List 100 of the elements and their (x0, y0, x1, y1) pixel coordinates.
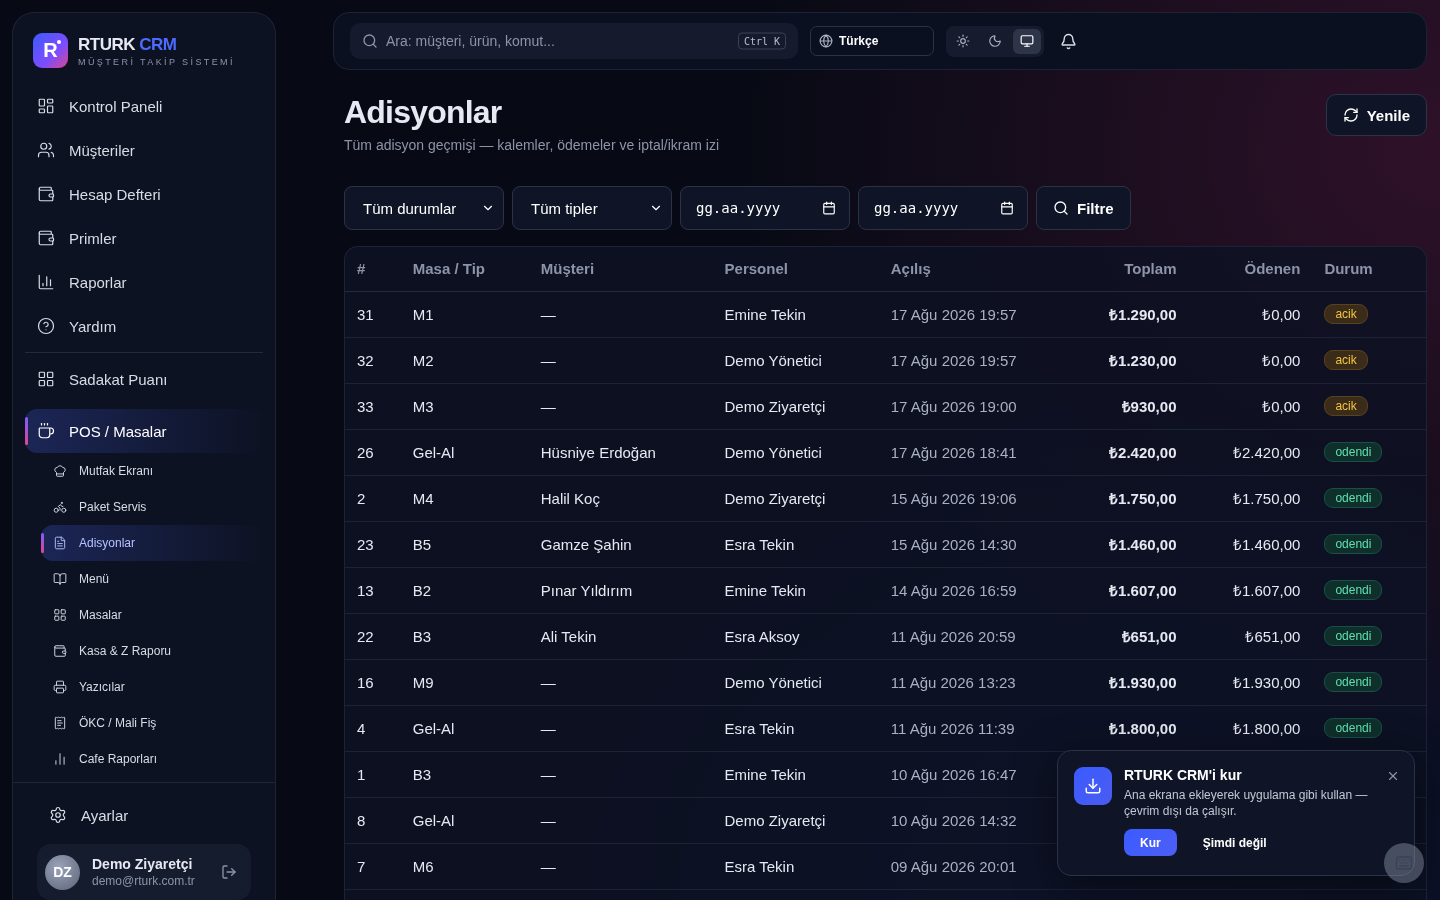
table-cell: Gamze Şahin (528, 521, 713, 567)
status-badge: odendi (1324, 442, 1383, 462)
monitor-icon (1020, 34, 1034, 48)
column-header: Personel (712, 247, 879, 291)
table-cell: ₺0,00 (1188, 337, 1313, 383)
table-cell: M6 (400, 843, 529, 889)
nav-item[interactable]: ÖKC / Mali Fiş (41, 705, 263, 741)
keyboard-button[interactable] (1384, 843, 1424, 883)
settings-item[interactable]: Ayarlar (37, 793, 251, 837)
table-cell: 15 Ağu 2026 14:30 (878, 521, 1055, 567)
table-cell: 4 (345, 705, 401, 751)
status-badge: odendi (1324, 488, 1383, 508)
system-theme-button[interactable] (1013, 28, 1041, 54)
table-cell: ₺0,00 (1188, 291, 1313, 337)
type-select[interactable]: Tüm tipler (512, 186, 672, 230)
table-cell: ₺0,00 (1188, 383, 1313, 429)
prompt-title: RTURK CRM'i kur (1124, 767, 1242, 783)
nav-item[interactable]: Mutfak Ekranı (41, 453, 263, 489)
settings-icon (49, 806, 67, 824)
nav-item[interactable]: Sadakat Puanı (25, 357, 263, 401)
bell-icon (1060, 32, 1077, 50)
calendar-icon (1000, 201, 1014, 215)
table-cell: Gel-Al (400, 705, 529, 751)
table-cell: 11 Ağu 2026 20:59 (878, 613, 1055, 659)
install-button[interactable]: Kur (1124, 829, 1177, 856)
language-select[interactable]: Türkçe (810, 26, 934, 56)
column-header: Açılış (878, 247, 1055, 291)
table-cell: Gel-Al (400, 429, 529, 475)
table-cell: Demo Yönetici (712, 429, 879, 475)
status-badge: odendi (1324, 580, 1383, 600)
avatar: DZ (45, 854, 80, 890)
table-cell: 11 Ağu 2026 13:23 (878, 659, 1055, 705)
table-cell: ₺651,00 (1188, 613, 1313, 659)
nav-item[interactable]: Yardım (25, 304, 263, 348)
status-badge: odendi (1324, 718, 1383, 738)
nav-item[interactable]: Kasa & Z Raporu (41, 633, 263, 669)
table-cell: ₺1.607,00 (1054, 567, 1189, 613)
table-cell: Esra Tekin (712, 843, 879, 889)
table-cell: Halil Koç (528, 475, 713, 521)
nav-item[interactable]: Hesap Defteri (25, 172, 263, 216)
table-cell: ₺1.460,00 (1054, 521, 1189, 567)
table-cell: 16 (345, 659, 401, 705)
table-cell: ₺651,00 (1054, 613, 1189, 659)
table-cell: 1 (345, 751, 401, 797)
nav-item[interactable]: Primler (25, 216, 263, 260)
status-badge: odendi (1324, 534, 1383, 554)
nav-item[interactable]: Müşteriler (25, 128, 263, 172)
table-cell: Demo Ziyaretçi (712, 383, 879, 429)
nav-item[interactable]: Raporlar (25, 260, 263, 304)
table-cell: ₺2.420,00 (1054, 429, 1189, 475)
filter-button[interactable]: Filtre (1036, 186, 1131, 230)
table-cell: Esra Tekin (712, 705, 879, 751)
nav-item[interactable]: Yazıcılar (41, 669, 263, 705)
nav-item[interactable]: Menü (41, 561, 263, 597)
table-cell: ₺1.750,00 (1054, 475, 1189, 521)
refresh-button[interactable]: Yenile (1325, 94, 1427, 136)
page-subtitle: Tüm adisyon geçmişi — kalemler, ödemeler ve iptal/ikram izi (344, 137, 719, 153)
table-cell: 7 (345, 843, 401, 889)
table-cell: ₺930,00 (1054, 383, 1189, 429)
table-cell: B2 (400, 567, 529, 613)
table-cell: 14 Ağu 2026 16:59 (878, 567, 1055, 613)
table-cell: 33 (345, 383, 401, 429)
date-to-field[interactable]: gg.aa.yyyy (858, 186, 1028, 230)
table-cell: 09 Ağu 2026 20:01 (878, 843, 1055, 889)
table-cell: 8 (345, 797, 401, 843)
table-cell: 31 (345, 291, 401, 337)
table-cell: M1 (400, 291, 529, 337)
table-cell: 17 Ağu 2026 19:57 (878, 337, 1055, 383)
nav-item[interactable]: Masalar (41, 597, 263, 633)
close-icon (1386, 769, 1400, 783)
table-cell: 13 (345, 567, 401, 613)
close-button[interactable] (1386, 769, 1400, 783)
grid-icon (37, 370, 55, 388)
table-cell: ₺1.930,00 (1188, 659, 1313, 705)
bar-chart-icon (53, 752, 67, 766)
table-cell: B5 (400, 521, 529, 567)
status-select[interactable]: Tüm durumlar (344, 186, 504, 230)
table-cell: — (528, 843, 713, 889)
logo: R (33, 33, 68, 68)
table-cell: M3 (400, 383, 529, 429)
dismiss-button[interactable]: Şimdi değil (1202, 835, 1267, 850)
logout-icon (221, 864, 237, 880)
date-from-field[interactable]: gg.aa.yyyy (680, 186, 850, 230)
globe-icon (819, 34, 833, 48)
table-cell: Hüsniye Erdoğan (528, 429, 713, 475)
table-cell: ₺2.420,00 (1188, 429, 1313, 475)
nav-item[interactable]: Kontrol Paneli (25, 84, 263, 128)
table-cell: 10 Ağu 2026 16:47 (878, 751, 1055, 797)
table-cell: Pınar Yıldırım (528, 567, 713, 613)
nav-item[interactable]: Cafe Raporları (41, 741, 263, 777)
nav-item[interactable]: Paket Servis (41, 489, 263, 525)
column-header: # (345, 247, 401, 291)
bicycle-icon (53, 500, 67, 514)
table-cell: Emine Tekin (712, 751, 879, 797)
book-icon (53, 572, 67, 586)
brand-name: RTURK CRM (78, 34, 178, 55)
keyboard-icon (1395, 854, 1413, 872)
table-cell: — (528, 751, 713, 797)
table-cell: Ali Tekin (528, 613, 713, 659)
status-badge: odendi (1324, 672, 1383, 692)
